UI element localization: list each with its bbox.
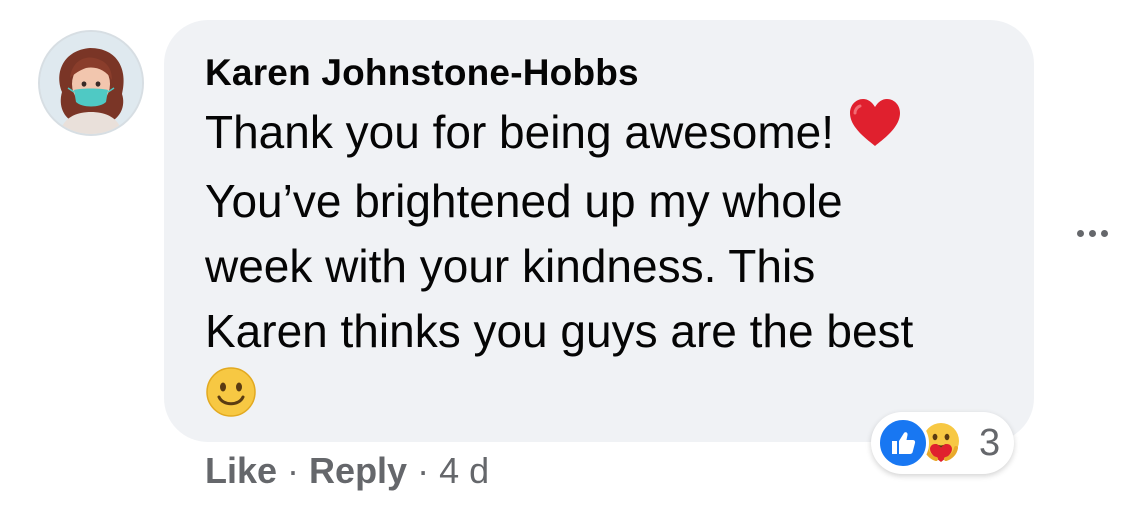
comment-line: You’ve brightened up my whole <box>205 169 1005 234</box>
comment-line-text: Karen thinks you guys are the best <box>205 305 914 358</box>
separator: · <box>417 450 430 491</box>
more-options-icon <box>1088 229 1096 237</box>
more-options-icon <box>1100 229 1108 237</box>
avatar[interactable] <box>38 30 144 136</box>
reactions-summary[interactable]: 3 <box>871 412 1015 474</box>
comment-container: Karen Johnstone-Hobbs Thank you for bein… <box>0 0 1130 517</box>
comment-line: week with your kindness. This <box>205 234 1005 299</box>
red-heart-icon <box>848 98 902 165</box>
avatar-person-icon <box>40 32 142 134</box>
more-options-button[interactable] <box>1072 218 1112 248</box>
comment-actions: Like · Reply · 4 d <box>205 450 489 492</box>
reaction-count: 3 <box>979 421 1001 464</box>
like-reaction-icon <box>877 417 929 469</box>
comment-line: Karen thinks you guys are the best <box>205 299 1005 364</box>
reply-link[interactable]: Reply <box>309 450 407 492</box>
comment-line-text: You’ve brightened up my whole <box>205 175 843 228</box>
smiling-face-icon <box>205 366 257 435</box>
like-link[interactable]: Like <box>205 450 277 492</box>
comment-timestamp[interactable]: 4 d <box>439 450 489 492</box>
comment-line-text: Thank you for being awesome! <box>205 106 835 158</box>
comment-line: Thank you for being awesome! <box>205 98 1005 169</box>
separator: · <box>287 450 300 491</box>
comment-line-text: week with your kindness. This <box>205 240 816 293</box>
comment-author-name[interactable]: Karen Johnstone-Hobbs <box>205 52 639 94</box>
more-options-icon <box>1076 229 1084 237</box>
comment-body: Thank you for being awesome! You’ve brig… <box>205 98 1005 435</box>
